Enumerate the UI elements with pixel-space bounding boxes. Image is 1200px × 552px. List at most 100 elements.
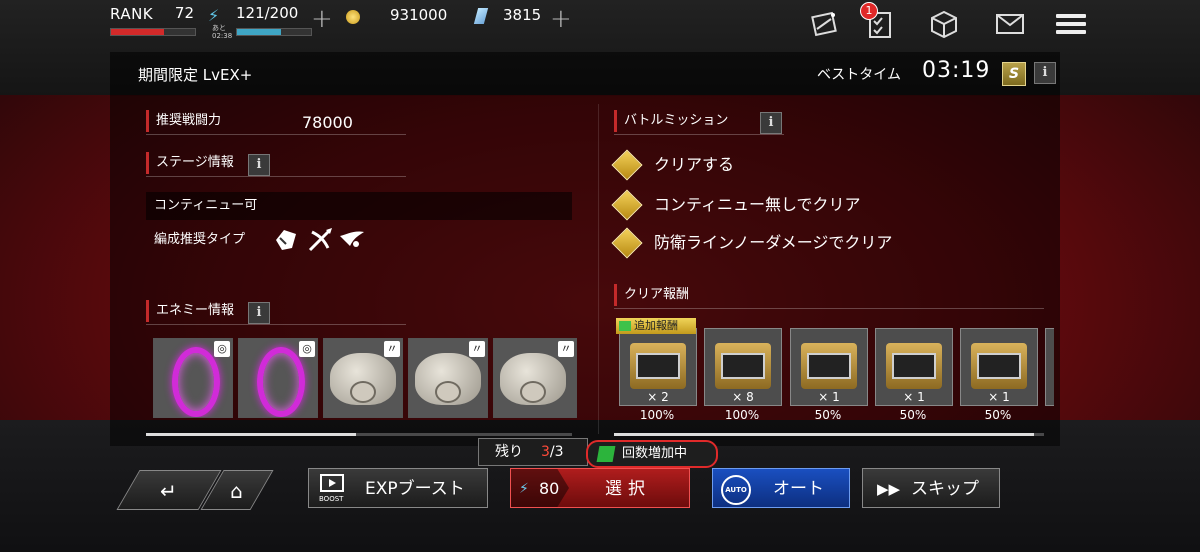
bonus-reward-tag: 追加報酬 [616, 318, 696, 334]
portal-enemy [172, 347, 220, 417]
skip-label: スキップ [911, 479, 979, 499]
stamina-cost-value: 80 [539, 479, 560, 498]
gem-value: 3815 [503, 6, 542, 24]
skip-button[interactable]: ▶▶ スキップ [862, 468, 1000, 508]
reward-item[interactable]: × 1 [790, 328, 868, 406]
auto-label: オート [773, 479, 824, 499]
bug-enemy [500, 353, 566, 405]
coin-icon [346, 10, 360, 24]
recommended-power-label: 推奨戦闘力 [146, 110, 221, 132]
reward-chest-icon [630, 343, 686, 389]
type-shield-icon [276, 230, 296, 250]
drop-rate: 100% [724, 408, 760, 422]
type-wing-icon [340, 231, 364, 247]
gem-icon [473, 8, 489, 24]
drop-rate: 50% [899, 408, 927, 422]
continue-allowed-row: コンティニュー可 [146, 192, 572, 220]
stamina-bolt-icon: ⚡ [519, 481, 529, 497]
select-label: 選択 [605, 479, 651, 499]
divider-line [146, 134, 406, 135]
stage-info-label: ステージ情報 [146, 152, 234, 174]
coin-value: 931000 [390, 6, 448, 24]
reward-item[interactable]: × 8 [704, 328, 782, 406]
rank-exp-bar [110, 28, 196, 36]
auto-button[interactable]: AUTO オート [712, 468, 850, 508]
reward-item[interactable]: × 1 [960, 328, 1038, 406]
svg-text:BOOST: BOOST [319, 495, 344, 503]
rank-label: RANK [110, 5, 154, 23]
stamina-value: 121/200 [236, 4, 299, 22]
exp-boost-button[interactable]: BOOST EXPブースト [308, 468, 488, 508]
rank-value: 72 [174, 4, 194, 22]
enemy-info-button[interactable]: i [248, 302, 270, 324]
best-rank-badge: S [1002, 62, 1026, 86]
enemy-card[interactable]: 〃 [493, 338, 577, 418]
reward-chest-icon [715, 343, 771, 389]
top-bar: RANK 72 ⚡ あと 02:38 121/200 + 931000 3815 … [0, 0, 1200, 48]
vortex-icon: ◎ [214, 341, 230, 357]
battle-mission-label: バトルミッション [614, 110, 728, 132]
enemy-scroll-thumb[interactable] [146, 433, 356, 436]
best-time-label: ベストタイム [817, 67, 901, 83]
wing-icon: 〃 [469, 341, 485, 357]
stage-info-detail-button[interactable]: i [248, 154, 270, 176]
reward-item[interactable]: × 2 [619, 328, 697, 406]
stage-title: 期間限定 LvEX+ [138, 66, 253, 84]
stage-header [110, 52, 1060, 96]
mail-icon[interactable] [994, 8, 1026, 40]
exp-boost-label: EXPブースト [365, 479, 465, 499]
clear-reward-label: クリア報酬 [614, 284, 689, 306]
divider-line [146, 324, 406, 325]
bug-enemy [415, 353, 481, 405]
menu-icon[interactable] [1056, 10, 1088, 42]
recommended-power-value: 78000 [302, 113, 353, 132]
stage-info-button[interactable]: i [1034, 62, 1056, 84]
reward-item[interactable]: × 1 [875, 328, 953, 406]
reward-scroll-thumb[interactable] [614, 433, 1034, 436]
auto-cycle-icon: AUTO [721, 475, 751, 505]
remaining-attempts: 残り 3/3 [478, 438, 588, 466]
home-icon: ⌂ [230, 479, 243, 503]
drop-rate: 50% [984, 408, 1012, 422]
wing-icon: 〃 [558, 341, 574, 357]
select-button[interactable]: ⚡ 80 選択 [510, 468, 690, 508]
back-arrow-icon: ↵ [160, 479, 177, 503]
panel-divider [598, 104, 599, 434]
divider-line [614, 308, 1044, 309]
enemy-card[interactable]: ◎ [238, 338, 318, 418]
add-gem-button[interactable]: + [550, 6, 572, 32]
reward-chest-icon [801, 343, 857, 389]
rank-display: RANK 72 [110, 4, 196, 36]
wing-icon: 〃 [384, 341, 400, 357]
reward-item-partial [1045, 328, 1054, 406]
stamina-bar [236, 28, 312, 36]
bug-enemy [330, 353, 396, 405]
best-time-value: 03:19 [922, 58, 991, 83]
gacha-icon[interactable] [808, 8, 840, 40]
inventory-box-icon[interactable] [928, 8, 960, 40]
enemy-info-label: エネミー情報 [146, 300, 234, 322]
fast-forward-icon: ▶▶ [877, 480, 901, 498]
enemy-card[interactable]: 〃 [323, 338, 403, 418]
enemy-card[interactable]: 〃 [408, 338, 488, 418]
battle-mission-info-button[interactable]: i [760, 112, 782, 134]
mission-badge: 1 [860, 2, 878, 20]
add-stamina-button[interactable]: + [311, 6, 333, 32]
drop-rate: 100% [639, 408, 675, 422]
remaining-label: 残り [495, 444, 523, 460]
remaining-value: 3/3 [541, 444, 564, 460]
enemy-card[interactable]: ◎ [153, 338, 233, 418]
divider-line [146, 176, 406, 177]
reward-chest-icon [971, 343, 1027, 389]
stamina-timer: あと 02:38 [212, 24, 233, 40]
drop-rate: 50% [814, 408, 842, 422]
divider-line [614, 134, 784, 135]
reward-chest-icon [886, 343, 942, 389]
film-boost-icon: BOOST [319, 473, 345, 503]
vortex-icon: ◎ [299, 341, 315, 357]
attempts-increase-badge: 回数増加中 [586, 440, 718, 468]
type-crossbow-icon [308, 228, 332, 252]
stamina-bolt-icon: ⚡ [208, 6, 220, 25]
portal-enemy [257, 347, 305, 417]
ticket-icon [596, 446, 616, 462]
